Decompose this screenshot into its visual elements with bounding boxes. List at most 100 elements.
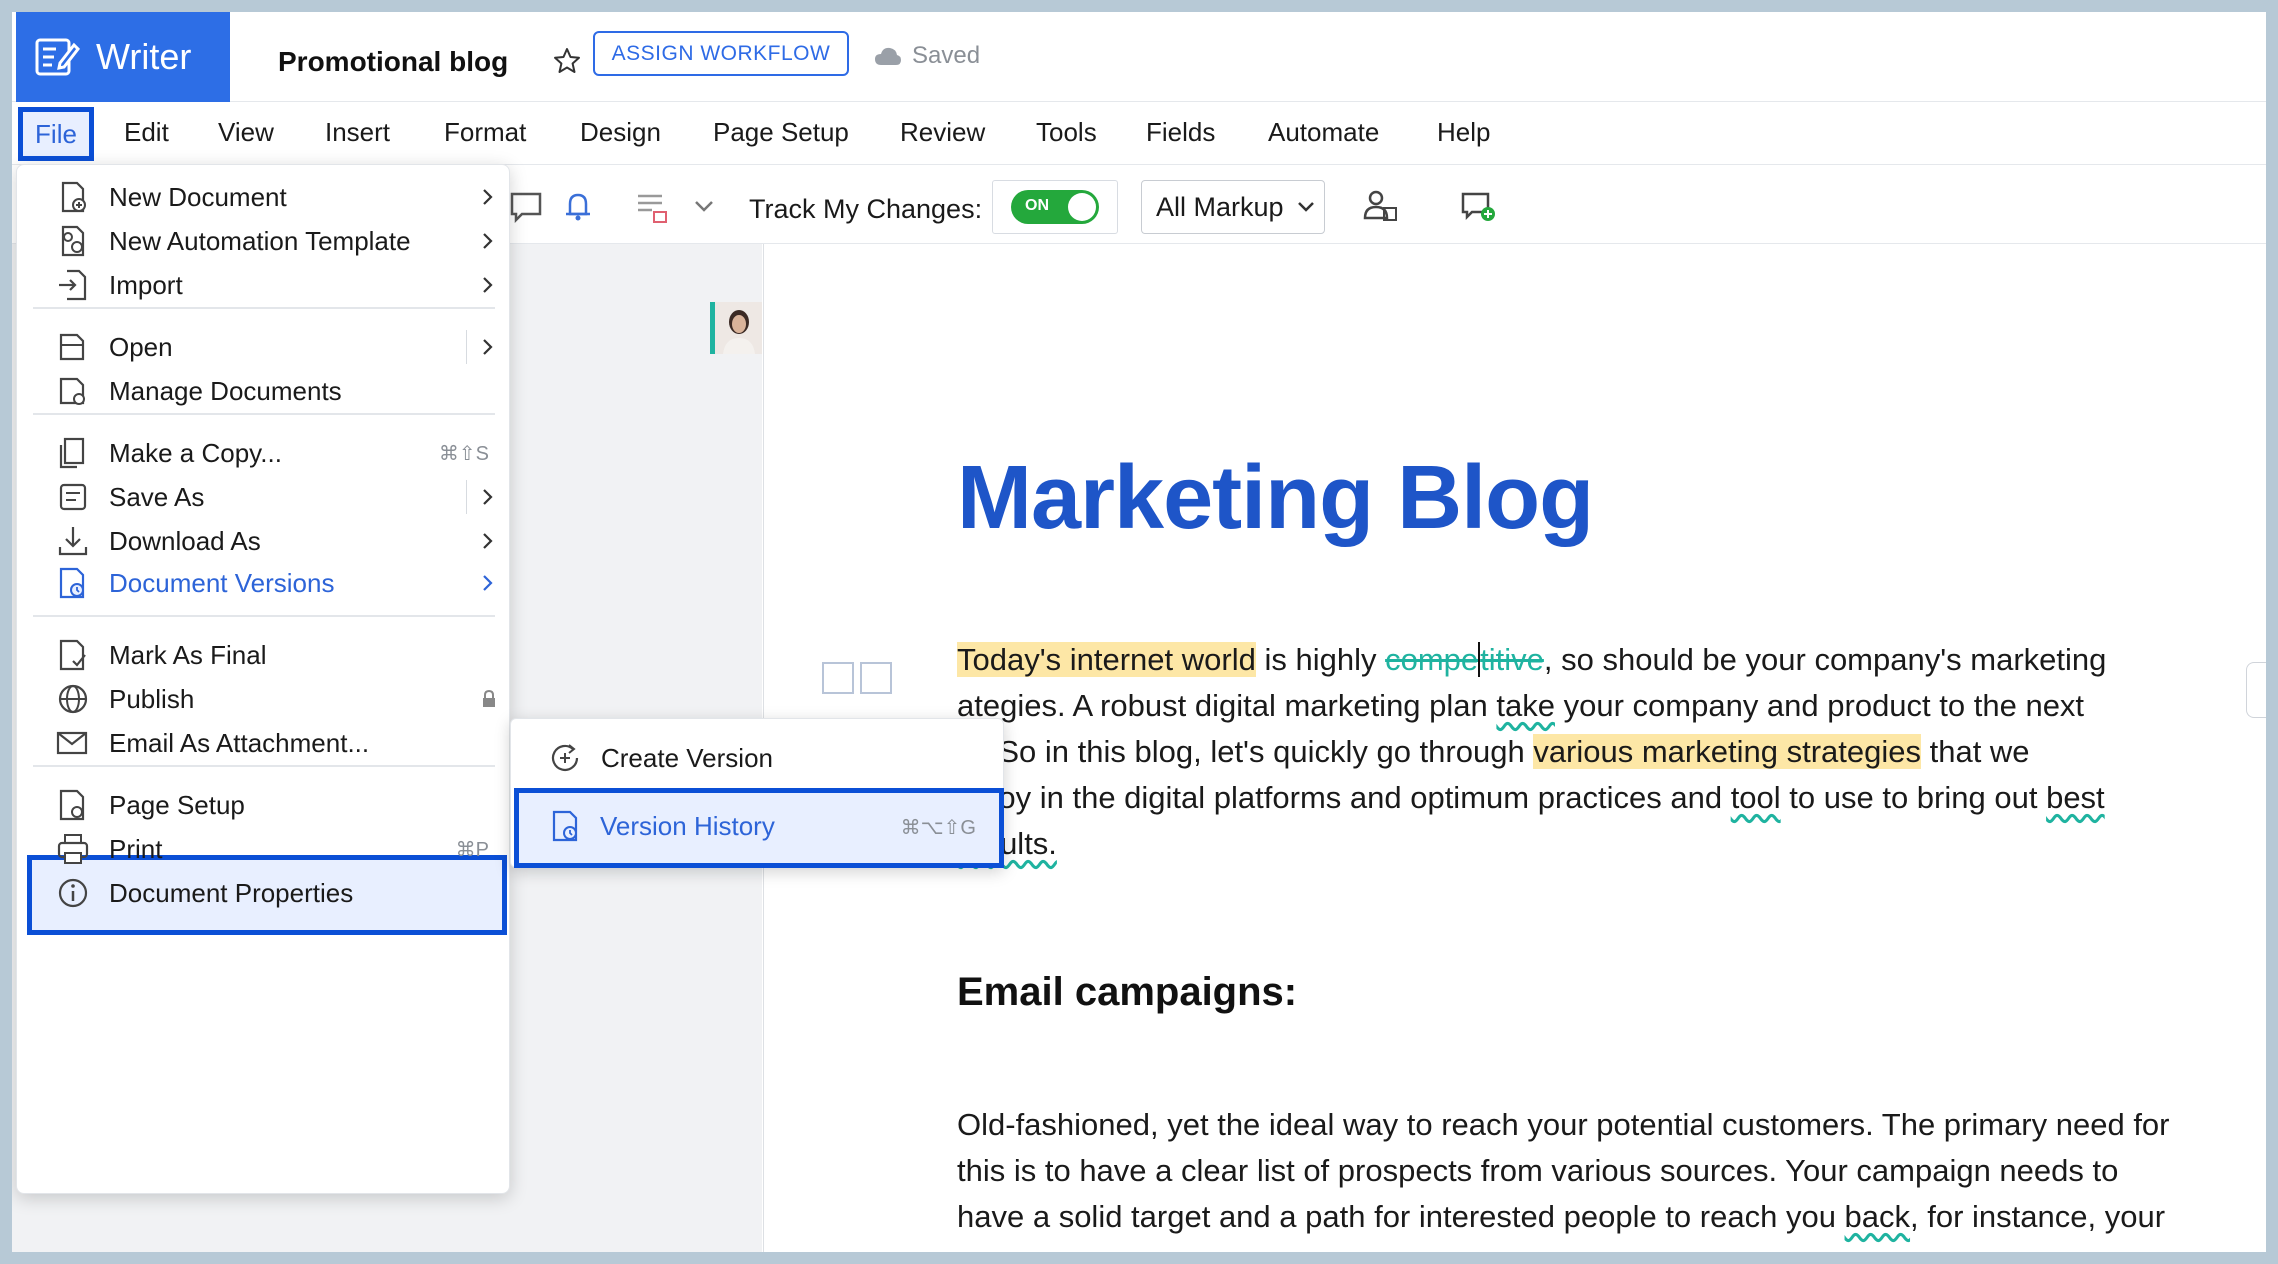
text-span: , for instance, your <box>1910 1199 2166 1234</box>
menu-label: Import <box>109 269 183 300</box>
comment-icon[interactable] <box>506 186 546 226</box>
save-status: Saved <box>874 42 980 70</box>
document-heading[interactable]: Marketing Blog <box>957 447 1594 550</box>
chevron-right-icon <box>483 189 493 205</box>
menu-design[interactable]: Design <box>580 117 661 148</box>
add-block-icon[interactable] <box>822 662 854 694</box>
document-title[interactable]: Promotional blog <box>278 46 508 78</box>
toggle-switch[interactable]: ON <box>1011 190 1099 224</box>
menu-label: Version History <box>600 811 775 841</box>
track-changes-label: Track My Changes: <box>749 194 983 224</box>
menu-page-setup[interactable]: Page Setup <box>713 117 849 148</box>
menu-item-document-properties[interactable]: Document Properties <box>17 861 511 925</box>
menu-format[interactable]: Format <box>444 117 526 148</box>
save-status-text: Saved <box>912 42 981 69</box>
app-name: Writer <box>96 36 192 77</box>
side-panel-handle[interactable] <box>2246 662 2266 718</box>
menu-tools[interactable]: Tools <box>1036 117 1097 148</box>
shortcut-label: ⌘⌥⇧G <box>900 817 976 839</box>
chevron-right-icon <box>483 533 493 549</box>
text-span: to use to bring out <box>1780 780 2047 815</box>
shortcut-label: ⌘P <box>455 838 489 861</box>
menu-file[interactable]: File <box>18 107 94 161</box>
text-span: el. So in this blog, let's quickly go th… <box>957 734 1534 769</box>
create-version-icon <box>551 744 579 771</box>
add-comment-icon[interactable] <box>1458 186 1498 226</box>
paragraph-line: el. So in this blog, let's quickly go th… <box>957 729 2030 775</box>
paragraph-line: this is to have a clear list of prospect… <box>957 1153 2119 1188</box>
menu-item-document-versions[interactable]: Document Versions <box>17 551 511 615</box>
menu-view[interactable]: View <box>218 117 274 148</box>
menu-label: Publish <box>109 683 195 714</box>
chevron-right-icon[interactable] <box>481 485 495 509</box>
menu-label: Manage Documents <box>109 375 342 406</box>
top-bar: Writer Promotional blog ASSIGN WORKFLOW … <box>12 12 2266 102</box>
menu-item-create-version[interactable]: Create Version <box>511 727 1005 789</box>
info-icon <box>58 878 88 908</box>
app-window: Writer Promotional blog ASSIGN WORKFLOW … <box>12 12 2266 1252</box>
chevron-right-icon <box>483 575 493 591</box>
paragraph-line: ategies. A robust digital marketing plan… <box>957 683 2084 729</box>
markup-select[interactable]: All Markup <box>1141 180 1325 234</box>
grammar-flag: back <box>1844 1199 1911 1234</box>
text-span: , so should be your company's marketing <box>1543 642 2107 677</box>
menu-label: New Automation Template <box>109 225 411 256</box>
menu-insert[interactable]: Insert <box>325 117 390 148</box>
menu-label: Print <box>109 833 163 864</box>
text-span: ategies. A robust digital marketing plan <box>957 688 1497 723</box>
menu-label: Email As Attachment... <box>109 727 370 758</box>
menu-review[interactable]: Review <box>900 117 985 148</box>
highlighted-text: Today's internet world <box>957 642 1256 677</box>
menu-divider <box>33 615 495 617</box>
deleted-text: compe <box>1385 642 1479 677</box>
grammar-flag: take <box>1496 688 1555 723</box>
email-icon <box>56 731 88 755</box>
text-span: nploy in the digital platforms and optim… <box>957 780 1731 815</box>
writer-logo-icon <box>35 38 80 76</box>
paragraph-line: nploy in the digital platforms and optim… <box>957 775 2105 821</box>
menu-divider <box>33 413 495 415</box>
chevron-right-icon[interactable] <box>481 335 495 359</box>
notification-icon[interactable] <box>558 186 598 226</box>
menu-automate[interactable]: Automate <box>1268 117 1379 148</box>
manage-documents-icon <box>59 377 85 405</box>
track-changes-toggle[interactable]: ON <box>992 180 1118 234</box>
menu-fields[interactable]: Fields <box>1146 117 1215 148</box>
section-heading[interactable]: Email campaigns: <box>957 970 1297 1015</box>
paragraph-line: have a solid target and a path for inter… <box>957 1194 2165 1240</box>
lock-content-icon[interactable] <box>632 186 672 226</box>
text-span: have a solid target and a path for inter… <box>957 1199 1845 1234</box>
writer-logo[interactable]: Writer <box>16 12 230 102</box>
menu-item-version-history[interactable]: Version History ⌘⌥⇧G <box>514 788 1004 868</box>
version-history-icon <box>552 810 578 842</box>
text-span: that we <box>1920 734 2030 769</box>
user-avatar[interactable] <box>710 302 762 354</box>
assign-workflow-button[interactable]: ASSIGN WORKFLOW <box>593 31 849 76</box>
reviewers-icon[interactable] <box>1360 186 1400 226</box>
highlighted-text: various marketing strategies <box>1533 734 1921 769</box>
paragraph-line: Today's internet world is highly competi… <box>957 637 2106 683</box>
menu-label: Page Setup <box>109 789 245 820</box>
deleted-text: titive <box>1478 642 1544 677</box>
menu-bar: File Edit View Insert Format Design Page… <box>12 103 2266 165</box>
menu-label: Open <box>109 331 173 362</box>
cloud-icon <box>875 47 901 65</box>
markup-value: All Markup <box>1156 191 1284 222</box>
menu-help[interactable]: Help <box>1437 117 1490 148</box>
menu-edit[interactable]: Edit <box>124 117 169 148</box>
document-versions-icon <box>59 567 85 599</box>
menu-label: Create Version <box>601 743 773 773</box>
chevron-down-icon[interactable] <box>692 186 716 226</box>
grammar-flag: tool <box>1730 780 1781 815</box>
star-icon[interactable] <box>552 46 582 76</box>
file-menu: New Document New Automation Template Imp… <box>16 164 510 1194</box>
text-span: your company and product to the next <box>1555 688 2085 723</box>
paragraph-icon[interactable] <box>860 662 892 694</box>
version-history-row[interactable]: Version History ⌘⌥⇧G <box>514 788 1004 850</box>
menu-label: Document Properties <box>109 877 354 908</box>
grammar-flag: best <box>2046 780 2105 815</box>
paragraph-line: Old-fashioned, yet the ideal way to reac… <box>957 1107 2170 1142</box>
menu-label: Make a Copy... <box>109 437 282 468</box>
toggle-knob <box>1068 193 1096 221</box>
chevron-right-icon <box>483 233 493 249</box>
